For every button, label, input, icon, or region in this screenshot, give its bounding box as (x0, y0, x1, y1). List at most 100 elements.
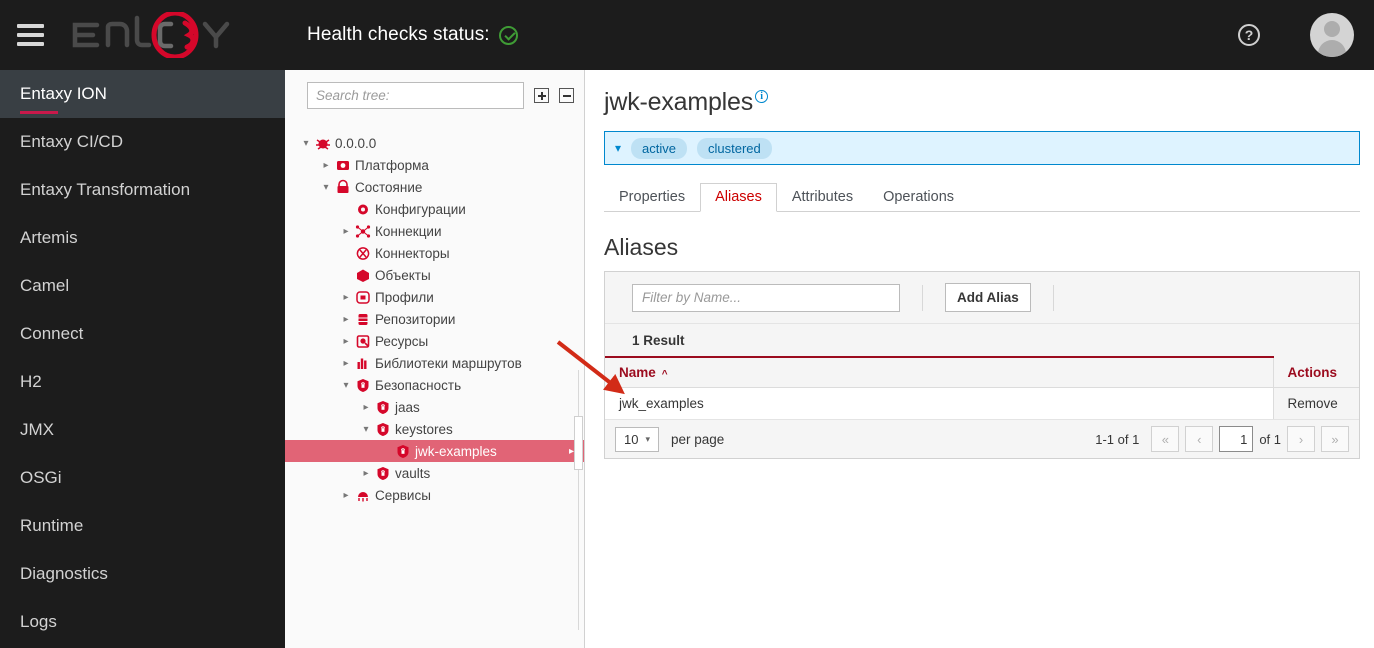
tree-node[interactable]: ▸ Ресурсы (285, 330, 584, 352)
tab-properties[interactable]: Properties (604, 183, 700, 212)
status-badge-clustered[interactable]: clustered (697, 137, 772, 159)
user-avatar-icon[interactable] (1310, 13, 1354, 57)
sidebar-item-connect[interactable]: Connect (0, 310, 285, 358)
caret-right-icon[interactable]: ▸ (359, 402, 373, 413)
sidebar-item-label: Runtime (20, 516, 84, 535)
sidebar-item-entaxy-ci-cd[interactable]: Entaxy CI/CD (0, 118, 285, 166)
tree-node[interactable]: ▾ 0.0.0.0 (285, 132, 584, 154)
caret-down-icon[interactable]: ▾ (359, 424, 373, 435)
hamburger-icon[interactable] (0, 0, 60, 70)
chevron-down-icon[interactable]: ▾ (615, 141, 621, 155)
column-header-name[interactable]: Name ^ (605, 356, 1273, 388)
sidebar-item-h2[interactable]: H2 (0, 358, 285, 406)
next-page-button[interactable]: › (1287, 426, 1315, 452)
caret-right-icon[interactable]: ▸ (339, 490, 353, 501)
status-alert-box: ▾ active clustered (604, 131, 1360, 165)
tree-node[interactable]: Коннекторы (285, 242, 584, 264)
result-count: 1 Result (605, 324, 1359, 356)
table-body: jwk_examples Remove (605, 387, 1359, 420)
per-page-controls: 10 ▾ per page (615, 426, 724, 452)
tree-node-label: 0.0.0.0 (335, 135, 377, 151)
tab-operations[interactable]: Operations (868, 183, 969, 212)
caret-down-icon[interactable]: ▾ (319, 182, 333, 193)
caret-right-icon[interactable]: ▸ (359, 468, 373, 479)
question-circle-icon[interactable]: ? (1238, 24, 1260, 46)
tree-node[interactable]: ▸ Платформа (285, 154, 584, 176)
connector-icon (353, 245, 373, 262)
caret-right-icon[interactable]: ▸ (339, 292, 353, 303)
sidebar-item-entaxy-ion[interactable]: Entaxy ION (0, 70, 285, 118)
tree-node[interactable]: ▸ jaas (285, 396, 584, 418)
bug-icon (313, 135, 333, 152)
cube-icon (353, 267, 373, 284)
last-page-button[interactable]: » (1321, 426, 1349, 452)
first-page-button[interactable]: « (1151, 426, 1180, 452)
info-circle-icon[interactable]: i (755, 90, 769, 103)
shield-icon (373, 465, 393, 482)
caret-down-icon[interactable]: ▾ (299, 138, 313, 149)
tree-node[interactable]: ▸ Библиотеки маршрутов (285, 352, 584, 374)
sidebar-item-jmx[interactable]: JMX (0, 406, 285, 454)
tree-node[interactable]: ▸ Коннекции (285, 220, 584, 242)
previous-page-button[interactable]: ‹ (1185, 426, 1214, 452)
caret-right-icon[interactable]: ▸ (339, 336, 353, 347)
remove-action-button[interactable]: Remove (1272, 387, 1359, 420)
tree-node[interactable]: ▸ Профили (285, 286, 584, 308)
page-number-input[interactable] (1219, 426, 1254, 452)
tree-scrollbar-track (578, 370, 579, 630)
top-bar: Health checks status: ? (0, 0, 1374, 70)
tab-label: Aliases (715, 189, 762, 205)
aliases-toolbar: Add Alias (605, 272, 1359, 324)
tree-scrollbar-thumb[interactable] (574, 416, 583, 470)
tree-node-label: Коннекции (375, 223, 442, 239)
pagination-bar: 10 ▾ per page 1-1 of 1 « ‹ of 1 › » (605, 420, 1359, 458)
sidebar-item-runtime[interactable]: Runtime (0, 502, 285, 550)
sidebar-item-logs[interactable]: Logs (0, 598, 285, 646)
sidebar-item-camel[interactable]: Camel (0, 262, 285, 310)
caret-right-icon[interactable]: ▸ (339, 358, 353, 369)
tree-node-selected[interactable]: jwk-examples ▸ (285, 440, 584, 462)
sidebar-item-label: Artemis (20, 228, 78, 247)
tree-node-label: vaults (395, 465, 431, 481)
per-page-select[interactable]: 10 ▾ (615, 426, 659, 452)
section-title: Aliases (604, 234, 679, 260)
status-badge-active[interactable]: active (631, 137, 687, 159)
network-icon (353, 223, 373, 240)
table-row: jwk_examples Remove (605, 387, 1359, 420)
tree-node[interactable]: Конфигурации (285, 198, 584, 220)
expand-all-icon[interactable] (534, 88, 549, 103)
entaxy-logo[interactable] (67, 0, 235, 70)
tree-node-label: jwk-examples (415, 443, 497, 459)
tree-node[interactable]: ▾ keystores (285, 418, 584, 440)
filter-by-name-input[interactable] (632, 283, 900, 312)
tab-label: Properties (619, 189, 686, 205)
tree-node[interactable]: ▾ Безопасность (285, 374, 584, 396)
add-alias-button[interactable]: Add Alias (945, 283, 1031, 312)
tree-nodes: ▾ 0.0.0.0 ▸ Платформа ▾ Состояние Конфигурации… (285, 132, 584, 648)
tree-node-label: Профили (375, 289, 434, 305)
tab-aliases[interactable]: Aliases (700, 183, 777, 212)
total-pages-label: of 1 (1259, 431, 1281, 447)
sidebar-item-label: Entaxy ION (20, 84, 107, 103)
resource-icon (353, 333, 373, 350)
caret-right-icon[interactable]: ▸ (339, 226, 353, 237)
tree-node[interactable]: ▸ Сервисы (285, 484, 584, 506)
tree-node-label: Объекты (375, 267, 431, 283)
caret-right-icon[interactable]: ▸ (339, 314, 353, 325)
tree-node[interactable]: ▸ Репозитории (285, 308, 584, 330)
sidebar-item-diagnostics[interactable]: Diagnostics (0, 550, 285, 598)
tree-search-input[interactable] (307, 82, 524, 109)
tab-attributes[interactable]: Attributes (777, 183, 868, 212)
caret-right-icon[interactable]: ▸ (319, 160, 333, 171)
tree-node[interactable]: ▾ Состояние (285, 176, 584, 198)
tree-node[interactable]: ▸ vaults (285, 462, 584, 484)
sidebar-item-osgi[interactable]: OSGi (0, 454, 285, 502)
collapse-all-icon[interactable] (559, 88, 574, 103)
chevron-down-icon: ▾ (645, 433, 650, 444)
caret-down-icon[interactable]: ▾ (339, 380, 353, 391)
main-content: jwk-examples i ▾ active clustered Proper… (585, 70, 1374, 648)
sidebar-item-entaxy-transformation[interactable]: Entaxy Transformation (0, 166, 285, 214)
sidebar-item-artemis[interactable]: Artemis (0, 214, 285, 262)
gear-icon (353, 201, 373, 218)
tree-node[interactable]: Объекты (285, 264, 584, 286)
